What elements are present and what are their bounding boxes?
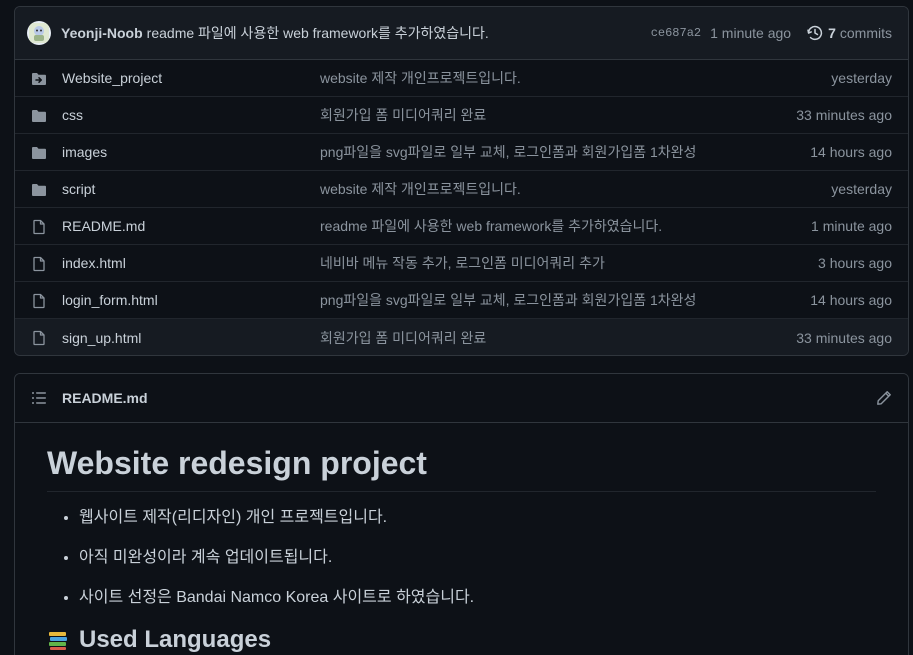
avatar-image: [29, 23, 49, 43]
author-avatar[interactable]: [27, 21, 51, 45]
file-commit-age[interactable]: 3 hours ago: [818, 255, 892, 271]
commit-message[interactable]: readme 파일에 사용한 web framework를 추가하였습니다.: [147, 23, 489, 43]
readme-bullet-list: 웹사이트 제작(리디자인) 개인 프로젝트입니다. 아직 미완성이라 계속 업데…: [47, 506, 876, 610]
file-row[interactable]: script website 제작 개인프로젝트입니다. yesterday: [15, 171, 908, 208]
file-commit-age[interactable]: 33 minutes ago: [796, 107, 892, 123]
file-name-link[interactable]: login_form.html: [62, 292, 158, 308]
file-name-link[interactable]: images: [62, 144, 107, 160]
file-row[interactable]: sign_up.html 회원가입 폼 미디어쿼리 완료 33 minutes ag…: [15, 319, 908, 355]
file-commit-message-link[interactable]: png파일을 svg파일로 일부 교체, 로그인폼과 회원가입폼 1차완성: [320, 142, 696, 162]
file-commit-message-link[interactable]: readme 파일에 사용한 web framework를 추가하였습니다.: [320, 216, 662, 236]
file-name-link[interactable]: README.md: [62, 218, 145, 234]
file-commit-age[interactable]: 14 hours ago: [810, 144, 892, 160]
readme-bullet: 웹사이트 제작(리디자인) 개인 프로젝트입니다.: [79, 506, 876, 530]
file-commit-age[interactable]: yesterday: [831, 70, 892, 86]
commits-history-link[interactable]: 7 commits: [807, 25, 892, 41]
file-browser: Yeonji-Noob readme 파일에 사용한 web framework…: [14, 6, 909, 356]
commits-label: commits: [839, 25, 892, 41]
commit-author[interactable]: Yeonji-Noob: [61, 25, 143, 41]
file-icon: [31, 219, 47, 235]
file-name-link[interactable]: Website_project: [62, 70, 162, 86]
readme-content: Website redesign project 웹사이트 제작(리디자인) 개…: [15, 423, 908, 654]
readme-panel: README.md Website redesign project 웹사이트 …: [14, 373, 909, 655]
file-commit-message-link[interactable]: website 제작 개인프로젝트입니다.: [320, 179, 521, 199]
readme-header: README.md: [15, 374, 908, 423]
file-commit-message-link[interactable]: png파일을 svg파일로 일부 교체, 로그인폼과 회원가입폼 1차완성: [320, 290, 696, 310]
file-commit-message-link[interactable]: website 제작 개인프로젝트입니다.: [320, 68, 521, 88]
file-commit-age[interactable]: yesterday: [831, 181, 892, 197]
readme-bullet: 사이트 선정은 Bandai Namco Korea 사이트로 하였습니다.: [79, 586, 876, 610]
books-emoji-icon: [49, 632, 67, 650]
file-row[interactable]: css 회원가입 폼 미디어쿼리 완료 33 minutes ago: [15, 97, 908, 134]
file-name-link[interactable]: css: [62, 107, 83, 123]
file-row[interactable]: login_form.html png파일을 svg파일로 일부 교체, 로그인폼…: [15, 282, 908, 319]
file-row[interactable]: README.md readme 파일에 사용한 web framework를 추…: [15, 208, 908, 245]
folder-icon: [31, 145, 47, 161]
file-commit-age[interactable]: 14 hours ago: [810, 292, 892, 308]
folder-icon: [31, 108, 47, 124]
readme-subheading: Used Languages: [47, 626, 876, 654]
readme-heading: Website redesign project: [47, 443, 876, 492]
commit-time[interactable]: 1 minute ago: [710, 25, 791, 41]
commits-count: 7: [828, 25, 836, 41]
file-row[interactable]: images png파일을 svg파일로 일부 교체, 로그인폼과 회원가입폼 1…: [15, 134, 908, 171]
file-icon: [31, 256, 47, 272]
file-icon: [31, 330, 47, 346]
file-commit-message-link[interactable]: 회원가입 폼 미디어쿼리 완료: [320, 328, 486, 348]
file-commit-age[interactable]: 1 minute ago: [811, 218, 892, 234]
readme-filename[interactable]: README.md: [62, 390, 148, 406]
file-list: Website_project website 제작 개인프로젝트입니다. yest…: [15, 60, 908, 355]
file-row[interactable]: index.html 네비바 메뉴 작동 추가, 로그인폼 미디어쿼리 추가 3 h…: [15, 245, 908, 282]
file-name-link[interactable]: index.html: [62, 255, 126, 271]
latest-commit-bar: Yeonji-Noob readme 파일에 사용한 web framework…: [15, 7, 908, 60]
folder-icon: [31, 182, 47, 198]
submodule-folder-icon: [31, 71, 47, 87]
file-name-link[interactable]: sign_up.html: [62, 330, 141, 346]
file-name-link[interactable]: script: [62, 181, 95, 197]
file-icon: [31, 293, 47, 309]
pencil-edit-icon[interactable]: [876, 390, 892, 406]
commit-meta: ce687a2 1 minute ago 7 commits: [651, 25, 892, 41]
repo-page: Yeonji-Noob readme 파일에 사용한 web framework…: [0, 0, 913, 655]
commit-sha[interactable]: ce687a2: [651, 26, 701, 40]
file-commit-message-link[interactable]: 네비바 메뉴 작동 추가, 로그인폼 미디어쿼리 추가: [320, 253, 605, 273]
outline-list-icon[interactable]: [31, 390, 47, 406]
readme-subheading-text: Used Languages: [79, 626, 272, 653]
readme-bullet: 아직 미완성이라 계속 업데이트됩니다.: [79, 546, 876, 570]
history-icon: [807, 25, 823, 41]
file-row[interactable]: Website_project website 제작 개인프로젝트입니다. yest…: [15, 60, 908, 97]
file-commit-age[interactable]: 33 minutes ago: [796, 330, 892, 346]
file-commit-message-link[interactable]: 회원가입 폼 미디어쿼리 완료: [320, 105, 486, 125]
